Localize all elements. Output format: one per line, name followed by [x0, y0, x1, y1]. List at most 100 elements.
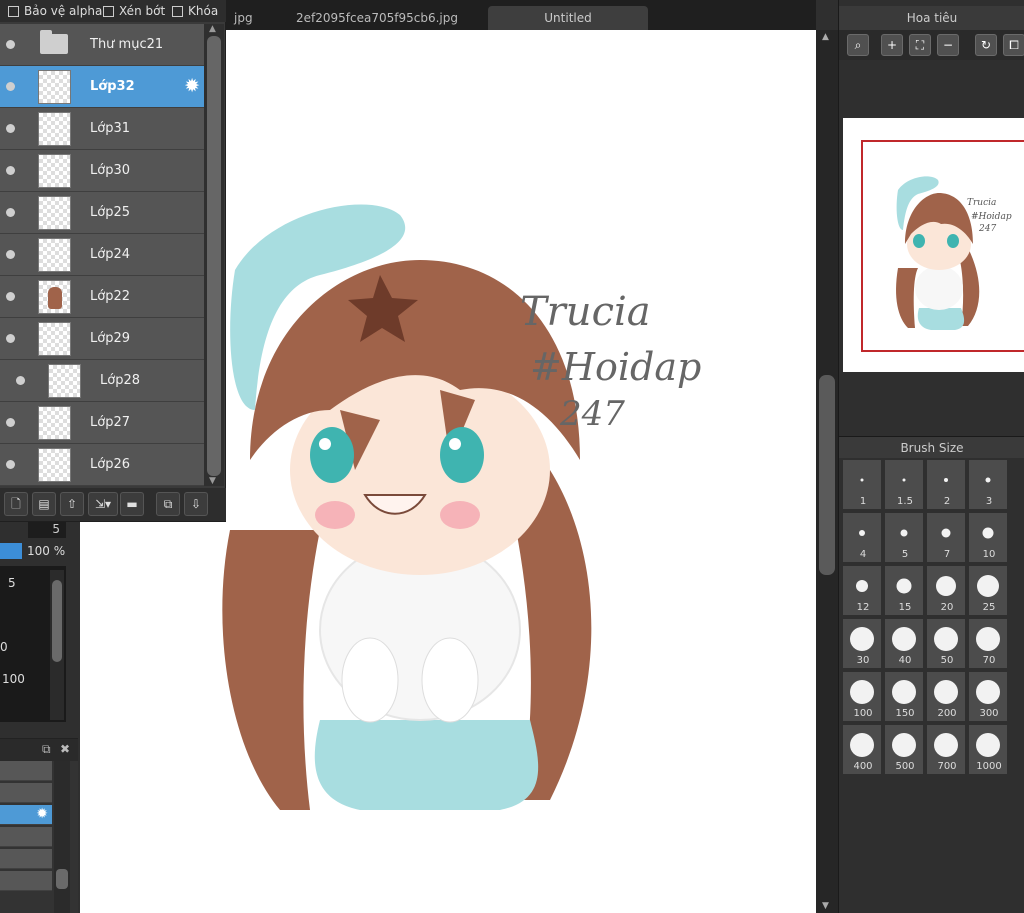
layer-row[interactable]: Lớp27: [0, 402, 204, 444]
settings-scrollbar[interactable]: [50, 570, 64, 720]
import-layer-button[interactable]: ⇧: [60, 492, 84, 516]
layer-thumbnail: [38, 280, 71, 314]
brush-size-label: 700: [937, 761, 957, 772]
clipping-checkbox[interactable]: Xén bớt: [103, 4, 165, 18]
brush-size-option[interactable]: 700: [927, 725, 967, 776]
new-layer-button[interactable]: 🗋: [4, 492, 28, 516]
zoom-out-icon[interactable]: −: [937, 34, 959, 56]
zoom-fit-icon[interactable]: ⌕: [847, 34, 869, 56]
secondary-layer-panel: ⧉ ✖ ✹: [0, 738, 78, 913]
layer-thumbnail: [38, 238, 71, 272]
reset-view-icon[interactable]: ⧠: [1003, 34, 1024, 56]
brush-size-option[interactable]: 10: [969, 513, 1009, 564]
right-panel: Hoa tiêu ⌕ + ⛶ − ↻ ⧠ Trucia #Hoidap 247 …: [838, 0, 1024, 913]
rotate-icon[interactable]: ↻: [975, 34, 997, 56]
brush-size-option[interactable]: 20: [927, 566, 967, 617]
tab-untitled[interactable]: Untitled: [488, 6, 648, 30]
layer-thumbnail: [38, 70, 71, 104]
visibility-eye-icon[interactable]: [6, 334, 15, 343]
brush-size-option[interactable]: 300: [969, 672, 1009, 723]
new-halftone-layer-button[interactable]: ▤: [32, 492, 56, 516]
layer-row[interactable]: Lớp30: [0, 150, 204, 192]
brush-size-option[interactable]: 50: [927, 619, 967, 670]
brush-size-option[interactable]: 1.5: [885, 460, 925, 511]
gear-icon[interactable]: ✹: [36, 806, 48, 822]
list-item[interactable]: [0, 827, 52, 847]
visibility-eye-icon[interactable]: [6, 418, 15, 427]
scroll-down-arrow-icon[interactable]: ▼: [209, 476, 216, 486]
visibility-eye-icon[interactable]: [6, 460, 15, 469]
layer-row-folder[interactable]: Thư mục21: [0, 24, 204, 66]
layer-row-indented[interactable]: Lớp28: [0, 360, 204, 402]
scroll-up-arrow-icon[interactable]: ▲: [209, 24, 216, 34]
scroll-up-arrow-icon[interactable]: ▲: [822, 32, 829, 42]
secondary-panel-scrollbar[interactable]: [54, 761, 70, 913]
visibility-eye-icon[interactable]: [6, 166, 15, 175]
duplicate-layer-button[interactable]: ⧉: [156, 492, 180, 516]
brush-size-option[interactable]: 30: [843, 619, 883, 670]
layer-list-scrollbar[interactable]: ▲ ▼: [204, 24, 224, 486]
tab-2ef2095fcea705f95cb6[interactable]: 2ef2095fcea705f95cb6.jpg: [288, 6, 466, 30]
new-folder-button[interactable]: ▬: [120, 492, 144, 516]
brush-size-option[interactable]: 150: [885, 672, 925, 723]
layer-row[interactable]: Lớp25: [0, 192, 204, 234]
visibility-eye-icon[interactable]: [6, 292, 15, 301]
protect-alpha-checkbox[interactable]: Bảo vệ alpha: [8, 4, 102, 18]
popout-icon[interactable]: ⧉: [42, 742, 51, 757]
visibility-eye-icon[interactable]: [6, 250, 15, 259]
visibility-eye-icon[interactable]: [16, 376, 25, 385]
brush-size-option[interactable]: 12: [843, 566, 883, 617]
layer-row-selected[interactable]: Lớp32 ✹: [0, 66, 204, 108]
list-item[interactable]: [0, 849, 52, 869]
brush-size-option[interactable]: 400: [843, 725, 883, 776]
brush-size-option[interactable]: 2: [927, 460, 967, 511]
layer-row[interactable]: Lớp29: [0, 318, 204, 360]
scrollbar-thumb[interactable]: [207, 36, 221, 476]
brush-size-option[interactable]: 1000: [969, 725, 1009, 776]
layer-row[interactable]: Lớp24: [0, 234, 204, 276]
brush-size-option[interactable]: 70: [969, 619, 1009, 670]
close-icon[interactable]: ✖: [60, 742, 70, 756]
brush-size-option[interactable]: 4: [843, 513, 883, 564]
layer-row[interactable]: Lớp31: [0, 108, 204, 150]
layer-settings-gear-icon[interactable]: ✹: [184, 75, 200, 97]
brush-size-option[interactable]: 7: [927, 513, 967, 564]
brush-size-option[interactable]: 40: [885, 619, 925, 670]
brush-size-option[interactable]: 1: [843, 460, 883, 511]
brush-size-option[interactable]: 500: [885, 725, 925, 776]
list-item[interactable]: [0, 761, 52, 781]
brush-size-option[interactable]: 15: [885, 566, 925, 617]
brush-size-label: 40: [898, 655, 912, 666]
list-item[interactable]: [0, 783, 52, 803]
layer-row[interactable]: Lớp22: [0, 276, 204, 318]
opacity-slider[interactable]: [0, 543, 22, 559]
canvas-vertical-scrollbar[interactable]: ▲ ▼: [816, 30, 838, 913]
brush-size-field[interactable]: 5: [28, 520, 66, 538]
fit-screen-icon[interactable]: ⛶: [909, 34, 931, 56]
scroll-down-arrow-icon[interactable]: ▼: [822, 901, 829, 911]
tab-jpg[interactable]: jpg: [226, 6, 261, 30]
add-layer-dropdown-button[interactable]: ⇲▾: [88, 492, 118, 516]
list-item[interactable]: ✹: [0, 805, 52, 825]
zoom-in-icon[interactable]: +: [881, 34, 903, 56]
visibility-eye-icon[interactable]: [6, 208, 15, 217]
brush-size-option[interactable]: 5: [885, 513, 925, 564]
merge-layer-button[interactable]: ⇩: [184, 492, 208, 516]
layer-row[interactable]: Lớp26: [0, 444, 204, 486]
brush-size-option[interactable]: 200: [927, 672, 967, 723]
brush-size-option[interactable]: 100: [843, 672, 883, 723]
lock-checkbox[interactable]: Khóa: [172, 4, 218, 18]
layer-thumbnail: [38, 112, 71, 146]
brush-dot-icon: [900, 529, 908, 537]
layer-name: Lớp32: [90, 79, 135, 94]
brush-size-option[interactable]: 3: [969, 460, 1009, 511]
visibility-eye-icon[interactable]: [6, 40, 15, 49]
visibility-eye-icon[interactable]: [6, 82, 15, 91]
brush-size-option[interactable]: 25: [969, 566, 1009, 617]
list-item[interactable]: [0, 871, 52, 891]
visibility-eye-icon[interactable]: [6, 124, 15, 133]
brush-dot-icon: [896, 578, 912, 594]
navigator-preview[interactable]: Trucia #Hoidap 247: [843, 118, 1024, 372]
scrollbar-thumb[interactable]: [819, 375, 835, 575]
brush-dot-icon: [976, 627, 1000, 651]
